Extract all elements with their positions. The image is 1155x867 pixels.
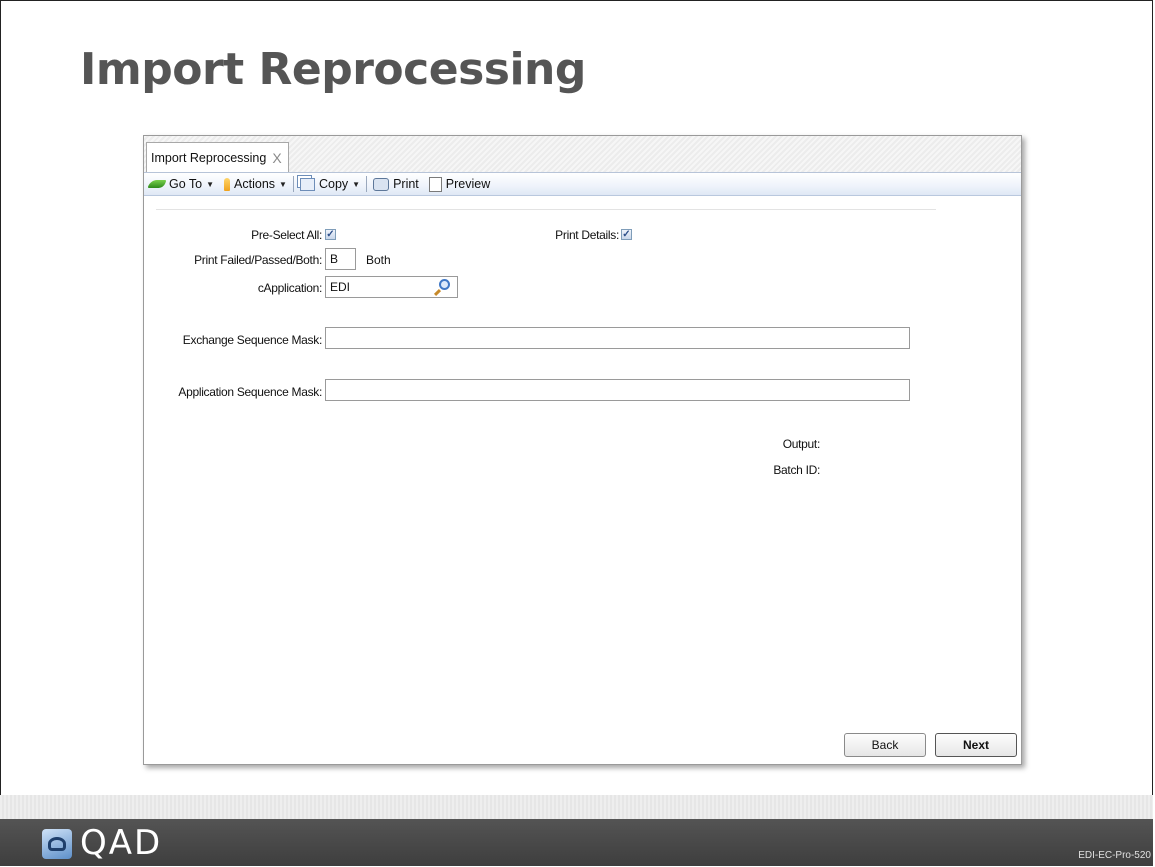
capplication-label: cApplication: — [257, 281, 322, 295]
goto-label: Go To — [169, 177, 203, 191]
back-button[interactable]: Back — [844, 733, 926, 757]
print-icon — [373, 177, 390, 191]
actions-label: Actions — [234, 177, 276, 191]
tab-strip: Import Reprocessing X — [144, 136, 1021, 173]
checkbox-check-icon: ✓ — [622, 229, 631, 240]
preview-button[interactable]: Preview — [424, 173, 495, 195]
print-label: Print — [393, 177, 419, 191]
slide-title: Import Reprocessing — [80, 44, 586, 95]
goto-menu-button[interactable]: Go To ▼ — [144, 173, 219, 195]
exchange-mask-label: Exchange Sequence Mask: — [182, 333, 323, 347]
chevron-down-icon: ▼ — [279, 179, 287, 189]
print-button[interactable]: Print — [368, 173, 424, 195]
toolbar-separator — [366, 176, 368, 192]
chevron-down-icon: ▼ — [352, 179, 361, 189]
slide-code: EDI-EC-Pro-520 — [1078, 850, 1151, 861]
exchange-mask-field[interactable] — [325, 327, 910, 349]
print-failed-field[interactable] — [325, 248, 356, 270]
checkbox-check-icon: ✓ — [326, 229, 335, 240]
output-label: Output: — [782, 437, 821, 451]
capplication-field[interactable] — [325, 276, 458, 298]
toolbar-separator — [292, 176, 294, 192]
actions-icon — [224, 177, 231, 191]
preview-icon — [428, 176, 442, 192]
logo-text: QAD — [80, 823, 163, 863]
print-failed-label: Print Failed/Passed/Both: — [194, 253, 322, 267]
next-button[interactable]: Next — [935, 733, 1017, 757]
preview-label: Preview — [445, 177, 491, 191]
batch-id-label: Batch ID: — [773, 463, 820, 477]
tab-import-reprocessing[interactable]: Import Reprocessing X — [146, 142, 289, 172]
toolbar: Go To ▼ Actions ▼ Copy ▼ Print Preview — [144, 173, 1021, 196]
preselect-all-checkbox[interactable]: ✓ — [325, 229, 336, 240]
lookup-search-icon[interactable] — [439, 279, 450, 290]
form-divider — [156, 209, 936, 210]
app-window: Import Reprocessing X Go To ▼ Actions ▼ … — [143, 135, 1022, 765]
chevron-down-icon: ▼ — [206, 179, 215, 189]
tab-label: Import Reprocessing — [151, 150, 267, 165]
go-to-icon — [147, 180, 167, 188]
application-mask-field[interactable] — [325, 379, 910, 401]
print-details-checkbox[interactable]: ✓ — [621, 229, 632, 240]
footer-band — [0, 795, 1153, 819]
footer-bar — [0, 819, 1153, 866]
copy-icon — [299, 177, 315, 191]
copy-menu-button[interactable]: Copy ▼ — [295, 173, 365, 195]
print-failed-description: Both — [366, 253, 391, 267]
close-icon[interactable]: X — [272, 150, 281, 166]
application-mask-label: Application Sequence Mask: — [178, 385, 322, 399]
copy-label: Copy — [318, 177, 349, 191]
qad-logo-icon — [42, 829, 72, 859]
actions-menu-button[interactable]: Actions ▼ — [219, 173, 292, 195]
preselect-all-label: Pre-Select All: — [251, 228, 322, 242]
print-details-label: Print Details: — [555, 228, 619, 242]
